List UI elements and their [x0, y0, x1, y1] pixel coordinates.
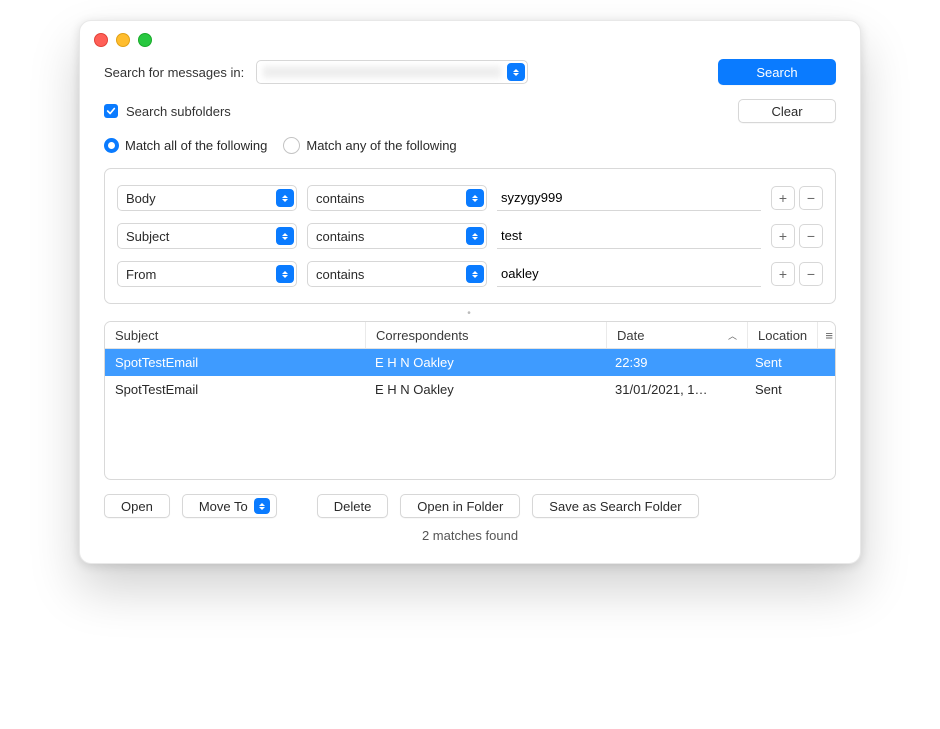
cell-date: 31/01/2021, 1… [605, 382, 745, 397]
cell-correspondents: E H N Oakley [365, 355, 605, 370]
criteria-value-input[interactable] [497, 224, 761, 249]
move-to-label: Move To [199, 499, 248, 514]
column-correspondents[interactable]: Correspondents [366, 322, 607, 348]
clear-button[interactable]: Clear [738, 99, 836, 123]
search-messages-window: Search for messages in: Search Search su… [79, 20, 861, 564]
chevron-up-down-icon [466, 189, 484, 207]
criteria-row: From contains +− [117, 255, 823, 293]
criteria-field-label: From [126, 267, 276, 282]
criteria-operator-select[interactable]: contains [307, 185, 487, 211]
cell-correspondents: E H N Oakley [365, 382, 605, 397]
match-all-radio[interactable]: Match all of the following [104, 138, 267, 153]
criteria-operator-select[interactable]: contains [307, 261, 487, 287]
table-row[interactable]: SpotTestEmailE H N Oakley31/01/2021, 1…S… [105, 376, 835, 403]
traffic-lights [94, 33, 152, 47]
add-criteria-button[interactable]: + [771, 262, 795, 286]
status-text: 2 matches found [104, 528, 836, 551]
criteria-operator-label: contains [316, 267, 466, 282]
add-criteria-button[interactable]: + [771, 186, 795, 210]
column-date-label: Date [617, 328, 644, 343]
move-to-button[interactable]: Move To [182, 494, 277, 518]
add-criteria-button[interactable]: + [771, 224, 795, 248]
remove-criteria-button[interactable]: − [799, 262, 823, 286]
criteria-row: Body contains +− [117, 179, 823, 217]
chevron-up-down-icon [466, 265, 484, 283]
cell-date: 22:39 [605, 355, 745, 370]
delete-button[interactable]: Delete [317, 494, 389, 518]
footer-toolbar: Open Move To Delete Open in Folder Save … [104, 494, 836, 518]
cell-subject: SpotTestEmail [105, 355, 365, 370]
chevron-up-down-icon [507, 63, 525, 81]
criteria-field-select[interactable]: Subject [117, 223, 297, 249]
table-row[interactable]: SpotTestEmailE H N Oakley22:39Sent [105, 349, 835, 376]
match-any-radio[interactable]: Match any of the following [283, 137, 456, 154]
cell-subject: SpotTestEmail [105, 382, 365, 397]
search-subfolders-label: Search subfolders [126, 104, 231, 119]
cell-location: Sent [745, 355, 793, 370]
criteria-operator-select[interactable]: contains [307, 223, 487, 249]
chevron-up-down-icon [466, 227, 484, 245]
open-button[interactable]: Open [104, 494, 170, 518]
radio-selected-icon [104, 138, 119, 153]
search-subfolders-checkbox[interactable] [104, 104, 118, 118]
sort-ascending-icon: ︿ [728, 329, 737, 342]
chevron-up-down-icon [254, 498, 270, 514]
zoom-window-button[interactable] [138, 33, 152, 47]
radio-icon [283, 137, 300, 154]
column-subject[interactable]: Subject [105, 322, 366, 348]
match-all-label: Match all of the following [125, 138, 267, 153]
column-location[interactable]: Location [748, 322, 818, 348]
save-as-search-folder-button[interactable]: Save as Search Folder [532, 494, 698, 518]
table-body: SpotTestEmailE H N Oakley22:39SentSpotTe… [105, 349, 835, 479]
chevron-up-down-icon [276, 265, 294, 283]
search-button[interactable]: Search [718, 59, 836, 85]
chevron-up-down-icon [276, 227, 294, 245]
account-display [263, 66, 501, 78]
menu-icon: ≡ [825, 328, 833, 343]
criteria-field-label: Subject [126, 229, 276, 244]
minimize-window-button[interactable] [116, 33, 130, 47]
remove-criteria-button[interactable]: − [799, 186, 823, 210]
close-window-button[interactable] [94, 33, 108, 47]
account-select[interactable] [256, 60, 528, 84]
titlebar [80, 21, 860, 59]
chevron-up-down-icon [276, 189, 294, 207]
criteria-value-input[interactable] [497, 186, 761, 211]
results-table: Subject Correspondents Date ︿ Location ≡… [104, 321, 836, 480]
search-in-label: Search for messages in: [104, 65, 244, 80]
remove-criteria-button[interactable]: − [799, 224, 823, 248]
criteria-operator-label: contains [316, 229, 466, 244]
table-header: Subject Correspondents Date ︿ Location ≡ [105, 322, 835, 349]
checkmark-icon [106, 106, 116, 116]
open-in-folder-button[interactable]: Open in Folder [400, 494, 520, 518]
criteria-row: Subject contains +− [117, 217, 823, 255]
column-date[interactable]: Date ︿ [607, 322, 748, 348]
cell-location: Sent [745, 382, 793, 397]
column-options-button[interactable]: ≡ [818, 322, 836, 348]
criteria-field-select[interactable]: Body [117, 185, 297, 211]
criteria-field-label: Body [126, 191, 276, 206]
criteria-operator-label: contains [316, 191, 466, 206]
criteria-box: Bodycontains+−Subjectcontains+−Fromconta… [104, 168, 836, 304]
criteria-field-select[interactable]: From [117, 261, 297, 287]
match-any-label: Match any of the following [306, 138, 456, 153]
splitter-handle[interactable]: • [104, 304, 836, 321]
criteria-value-input[interactable] [497, 262, 761, 287]
